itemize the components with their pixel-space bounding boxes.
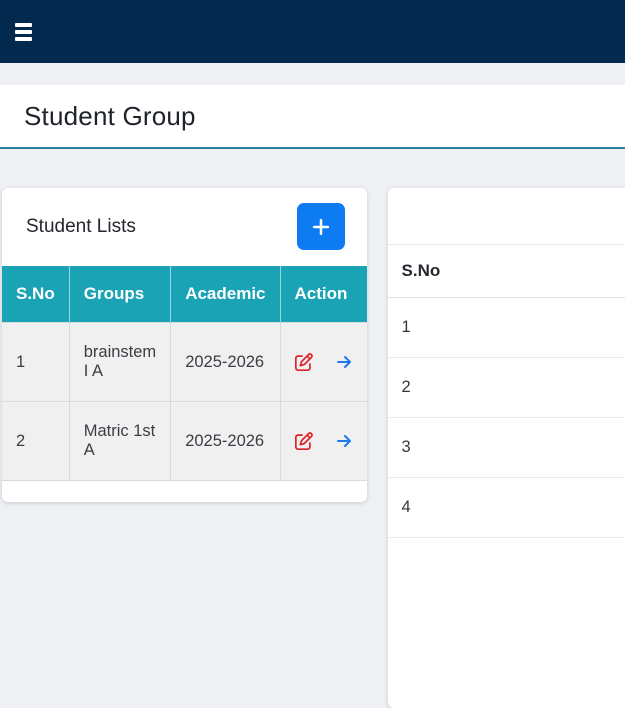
column-header-action: Action — [280, 266, 367, 323]
edit-button[interactable] — [295, 353, 313, 371]
cell-group: Matric 1st A — [69, 402, 170, 481]
table-header-row: S.No Groups Academic Action — [2, 266, 367, 323]
column-header-groups: Groups — [69, 266, 170, 323]
edit-icon — [295, 353, 313, 371]
column-header-academic: Academic — [171, 266, 280, 323]
hamburger-icon — [15, 37, 32, 41]
cell-sno: 1 — [2, 323, 69, 402]
open-group-button[interactable] — [335, 354, 353, 370]
table-row: 1 brainstem I A 2025-2026 — [2, 323, 367, 402]
arrow-right-icon — [335, 354, 353, 370]
cell-sno: 1 — [388, 298, 625, 358]
page-title: Student Group — [24, 101, 196, 132]
plus-icon — [311, 217, 331, 237]
table-row: 2 Matric 1st A 2025-2026 — [2, 402, 367, 481]
cell-academic: 2025-2026 — [171, 402, 280, 481]
cell-group: brainstem I A — [69, 323, 170, 402]
main-content: Student Lists + S.No Groups Academic Act… — [0, 149, 625, 708]
table-row: 2 — [388, 358, 625, 418]
menu-toggle-button[interactable] — [10, 19, 37, 45]
open-group-button[interactable] — [335, 433, 353, 449]
edit-icon — [295, 432, 313, 450]
cell-academic: 2025-2026 — [171, 323, 280, 402]
edit-button[interactable] — [295, 432, 313, 450]
add-group-button[interactable]: + — [297, 203, 345, 250]
table-header-row: S.No — [388, 245, 625, 298]
students-table: S.No 1 2 3 4 — [388, 245, 625, 538]
cell-sno: 2 — [2, 402, 69, 481]
page-header: Student Group — [0, 85, 625, 149]
card-header — [388, 188, 625, 245]
table-row: 1 — [388, 298, 625, 358]
top-navbar — [0, 0, 625, 63]
card-title: Student Lists — [26, 216, 136, 238]
column-header-sno: S.No — [388, 245, 625, 298]
arrow-right-icon — [335, 433, 353, 449]
hamburger-icon — [15, 30, 32, 34]
column-header-sno: S.No — [2, 266, 69, 323]
cell-sno: 2 — [388, 358, 625, 418]
card-header: Student Lists + — [2, 188, 367, 266]
student-lists-card: Student Lists + S.No Groups Academic Act… — [2, 188, 367, 502]
hamburger-icon — [15, 23, 32, 27]
cell-actions — [280, 402, 367, 481]
cell-sno: 4 — [388, 478, 625, 538]
table-row: 3 — [388, 418, 625, 478]
table-row: 4 — [388, 478, 625, 538]
students-card: S.No 1 2 3 4 — [388, 188, 625, 708]
student-groups-table: S.No Groups Academic Action 1 brainstem … — [2, 266, 367, 481]
cell-actions — [280, 323, 367, 402]
cell-sno: 3 — [388, 418, 625, 478]
